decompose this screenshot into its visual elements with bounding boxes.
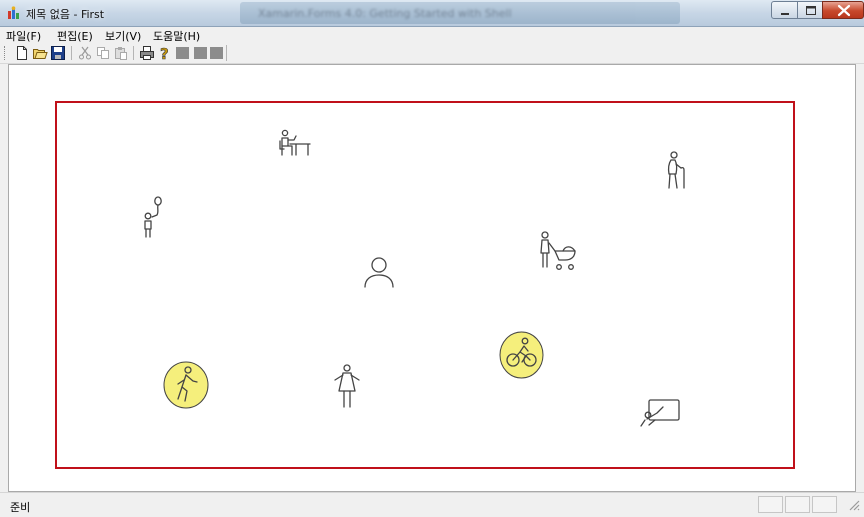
toolbar-grip[interactable]	[4, 46, 7, 60]
status-bar: 준비	[0, 492, 864, 517]
status-text: 준비	[10, 501, 31, 514]
woman-icon[interactable]	[331, 363, 363, 411]
title-bar[interactable]: 제목 없음 - First Xamarin.Forms 4.0: Getting…	[0, 0, 864, 27]
toolbar-separator	[71, 46, 72, 60]
status-pane	[758, 496, 783, 513]
paste-icon[interactable]	[113, 45, 129, 61]
background-window-title-text: Xamarin.Forms 4.0: Getting Started with …	[258, 7, 512, 20]
help-icon[interactable]: ?	[157, 45, 173, 61]
maximize-icon	[806, 6, 816, 15]
svg-text:?: ?	[160, 45, 169, 61]
menu-edit[interactable]: 편집(E)	[57, 28, 93, 44]
blank-icon[interactable]	[209, 45, 225, 61]
status-pane	[785, 496, 810, 513]
menu-bar: 파일(F) 편집(E) 보기(V) 도움말(H)	[0, 27, 864, 43]
app-icon	[7, 6, 21, 20]
pedestrian-icon[interactable]	[163, 361, 209, 409]
close-icon	[837, 4, 851, 17]
toolbar-separator	[226, 45, 227, 61]
close-button[interactable]	[822, 1, 864, 19]
child-with-balloon-icon[interactable]	[141, 195, 165, 241]
open-icon[interactable]	[32, 45, 48, 61]
minimize-button[interactable]	[771, 1, 798, 19]
elderly-person-icon[interactable]	[663, 151, 689, 191]
cut-icon[interactable]	[77, 45, 93, 61]
print-icon[interactable]	[139, 45, 155, 61]
new-icon[interactable]	[14, 45, 30, 61]
menu-view[interactable]: 보기(V)	[105, 28, 141, 44]
toolbar: ?	[0, 43, 864, 64]
document-canvas[interactable]	[8, 64, 856, 492]
background-window-title: Xamarin.Forms 4.0: Getting Started with …	[240, 2, 680, 24]
menu-help[interactable]: 도움말(H)	[153, 28, 200, 44]
toolbar-separator	[133, 46, 134, 60]
status-pane	[812, 496, 837, 513]
window-title: 제목 없음 - First	[26, 8, 105, 21]
minimize-icon	[781, 13, 789, 15]
person-with-stroller-icon[interactable]	[537, 231, 577, 273]
resize-grip-icon[interactable]	[846, 497, 860, 511]
save-icon[interactable]	[50, 45, 66, 61]
presenter-board-icon[interactable]	[637, 395, 681, 429]
person-at-desk-icon[interactable]	[277, 129, 313, 165]
person-outline-icon[interactable]	[363, 255, 395, 289]
maximize-button[interactable]	[797, 1, 823, 19]
cyclist-icon[interactable]	[499, 331, 544, 379]
blank-icon[interactable]	[193, 45, 209, 61]
menu-file[interactable]: 파일(F)	[6, 28, 41, 44]
app-window: 제목 없음 - First Xamarin.Forms 4.0: Getting…	[0, 0, 864, 517]
copy-icon[interactable]	[95, 45, 111, 61]
blank-icon[interactable]	[175, 45, 191, 61]
